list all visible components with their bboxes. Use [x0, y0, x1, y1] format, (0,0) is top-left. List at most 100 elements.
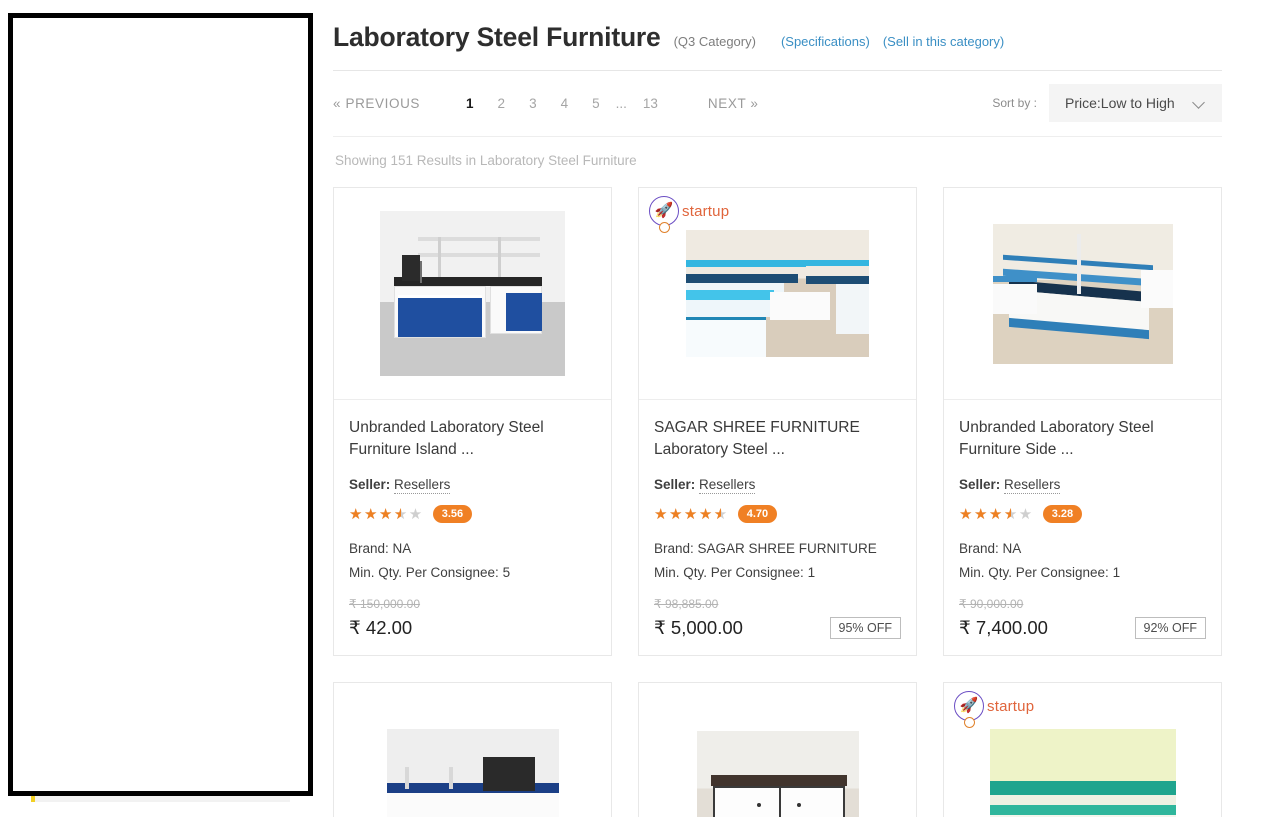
filter-group-header-administrative[interactable]: ADMINISTRATIVE — [31, 66, 290, 113]
plus-icon[interactable] — [261, 82, 276, 97]
startup-label: startup — [682, 203, 729, 220]
spec-filter-type-of-lab-furniture[interactable]: Type Of Lab Furniture — [31, 322, 290, 370]
category-note: (Q3 Category) — [674, 34, 756, 49]
pagination-previous[interactable]: « PREVIOUS — [333, 96, 420, 111]
seller-label: Seller: — [654, 477, 695, 492]
plus-icon[interactable] — [261, 142, 276, 157]
product-min-qty: Min. Qty. Per Consignee: 5 — [349, 561, 596, 585]
product-seller: Seller: Resellers — [959, 477, 1206, 492]
product-image-box[interactable]: 🚀 startup — [944, 683, 1221, 817]
page-title: Laboratory Steel Furniture — [333, 22, 661, 53]
specifications-link[interactable]: (Specifications) — [781, 34, 870, 49]
rating-badge: 4.70 — [738, 505, 777, 523]
product-card[interactable]: 🚀 startup — [943, 682, 1222, 817]
product-card[interactable]: 🚀 startup — [638, 187, 917, 656]
seller-value[interactable]: Resellers — [394, 477, 450, 494]
product-title[interactable]: SAGAR SHREE FURNITURE Laboratory Steel .… — [654, 417, 901, 462]
chevron-down-icon[interactable] — [1194, 97, 1206, 109]
pagination-bar: « PREVIOUS 1 2 3 4 5 ... 13 NEXT » Sort … — [333, 70, 1222, 137]
startup-badge: 🚀 startup — [649, 196, 729, 226]
product-card[interactable]: Unbranded Laboratory Steel Furniture Sid… — [943, 187, 1222, 656]
rocket-icon: 🚀 — [954, 691, 984, 721]
filter-group-make-model: MAKE/MODEL SELECTION — [31, 186, 290, 233]
pagination-page-5[interactable]: 5 — [580, 96, 612, 111]
pagination-page-3[interactable]: 3 — [517, 96, 549, 111]
chevron-down-icon[interactable] — [263, 761, 276, 774]
filter-group-label: FINANCIAL — [43, 141, 122, 157]
product-card[interactable] — [333, 682, 612, 817]
sort-select[interactable]: Price:Low to High — [1049, 84, 1222, 122]
filter-group-controls — [261, 82, 276, 97]
product-card[interactable] — [638, 682, 917, 817]
product-listing-page: FILTERS ADMINISTRATIVE FINANCIAL — [0, 0, 1264, 817]
product-image-box[interactable]: 🚀 startup — [639, 188, 916, 400]
filter-group-header-make-model[interactable]: MAKE/MODEL SELECTION — [31, 186, 290, 233]
product-body: SAGAR SHREE FURNITURE Laboratory Steel .… — [639, 400, 916, 655]
product-image — [387, 729, 559, 817]
pagination-page-2[interactable]: 2 — [486, 96, 518, 111]
minus-icon[interactable] — [261, 270, 276, 285]
product-mrp: ₹ 90,000.00 — [959, 597, 1206, 611]
chevron-down-icon[interactable] — [263, 562, 276, 575]
sell-in-category-link[interactable]: (Sell in this category) — [883, 34, 1004, 49]
product-image-box[interactable] — [639, 683, 916, 817]
seller-label: Seller: — [349, 477, 390, 492]
plus-icon[interactable] — [261, 202, 276, 217]
help-icon[interactable]: ? — [238, 270, 252, 284]
product-image-box[interactable] — [334, 683, 611, 817]
chevron-down-icon[interactable] — [263, 684, 276, 697]
chevron-down-icon[interactable] — [263, 450, 276, 463]
filter-group-administrative: ADMINISTRATIVE — [31, 66, 290, 113]
spec-filter-electrical-points[interactable]: Provision Of Electrical Points — [31, 600, 290, 648]
medal-icon — [964, 717, 975, 728]
star-rating-icon: ★★★★★ ★★★★★ — [349, 507, 424, 522]
filter-group-label: PRODUCT SPECIFICATIONS — [43, 261, 238, 293]
spec-filter-electrical-raceway[interactable]: Provision Of Electrical Raceway — [31, 544, 290, 592]
pagination-page-last[interactable]: 13 — [631, 96, 670, 111]
product-image-box[interactable] — [334, 188, 611, 400]
pagination-page-4[interactable]: 4 — [549, 96, 581, 111]
product-brand: Brand: SAGAR SHREE FURNITURE — [654, 537, 901, 561]
spec-filter-modular-reagent-rack[interactable]: Provision Of Modular Type Reagent Rack — [31, 656, 290, 725]
product-image — [990, 729, 1176, 817]
spec-filter-electrical-service-panels[interactable]: Provision Of Electrical Service Panels — [31, 733, 290, 802]
filter-group-product-specifications: PRODUCT SPECIFICATIONS ? — [31, 246, 290, 309]
product-price: ₹ 7,400.00 — [959, 617, 1048, 639]
spec-filter-label: Rear Panel — [51, 502, 127, 524]
spec-filter-rear-panel[interactable]: Rear Panel — [31, 489, 290, 537]
filter-group-header-financial[interactable]: FINANCIAL — [31, 126, 290, 173]
product-image-box[interactable] — [944, 188, 1221, 400]
product-seller: Seller: Resellers — [349, 477, 596, 492]
filter-group-label: ADMINISTRATIVE — [43, 81, 168, 97]
product-brand: Brand: NA — [959, 537, 1206, 561]
spec-filter-label: Type Of Lab Furniture — [51, 335, 190, 357]
seller-value[interactable]: Resellers — [1004, 477, 1060, 494]
chevron-down-icon[interactable] — [263, 395, 276, 408]
discount-badge: 95% OFF — [830, 617, 902, 639]
product-seller: Seller: Resellers — [654, 477, 901, 492]
spec-filter-label: Provision Of Electrical Raceway — [51, 557, 250, 579]
seller-label: Seller: — [959, 477, 1000, 492]
chevron-down-icon[interactable] — [263, 339, 276, 352]
product-image — [686, 230, 869, 357]
rating-badge: 3.28 — [1043, 505, 1082, 523]
star-rating-icon: ★★★★★ ★★★★★ — [654, 507, 729, 522]
filter-group-controls: ? — [238, 270, 276, 285]
medal-icon — [659, 222, 670, 233]
chevron-down-icon[interactable] — [263, 617, 276, 630]
product-image — [993, 224, 1173, 364]
pagination-page-1[interactable]: 1 — [454, 96, 486, 111]
spec-filter-ground-clearance[interactable]: Ground Clearance ± 5 Mm — [31, 378, 290, 426]
pagination-next[interactable]: NEXT » — [708, 96, 759, 111]
filter-group-header-product-specifications[interactable]: PRODUCT SPECIFICATIONS ? — [31, 246, 290, 309]
chevron-down-icon[interactable] — [263, 506, 276, 519]
product-title[interactable]: Unbranded Laboratory Steel Furniture Sid… — [959, 417, 1206, 462]
startup-label: startup — [987, 698, 1034, 715]
seller-value[interactable]: Resellers — [699, 477, 755, 494]
sort-by-label: Sort by : — [992, 96, 1037, 110]
product-title[interactable]: Unbranded Laboratory Steel Furniture Isl… — [349, 417, 596, 462]
product-card[interactable]: Unbranded Laboratory Steel Furniture Isl… — [333, 187, 612, 656]
product-brand: Brand: NA — [349, 537, 596, 561]
spec-filter-table-back-bottom-skirting[interactable]: Table Back Bottom Skirting — [31, 433, 290, 481]
star-rating-icon: ★★★★★ ★★★★★ — [959, 507, 1034, 522]
